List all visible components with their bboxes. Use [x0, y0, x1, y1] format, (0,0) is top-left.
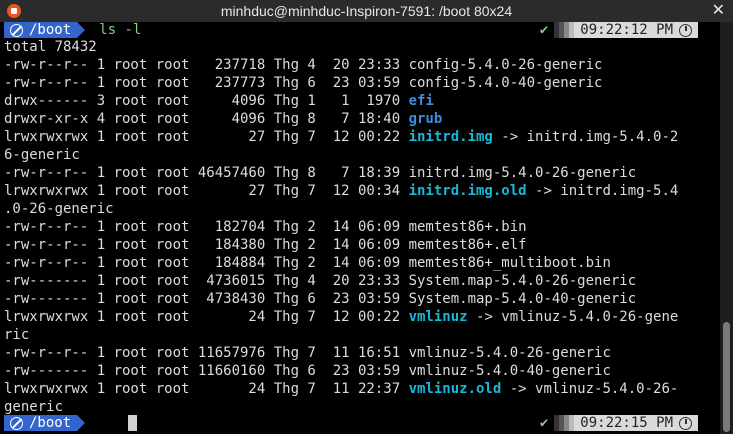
output-line: -rw-r--r-- 1 root root 237718 Thg 4 20 2… [4, 57, 603, 73]
output-line: -rw------- 1 root root 4736015 Thg 4 20 … [4, 273, 637, 289]
shade-divider [554, 415, 575, 431]
dir-name: efi [408, 93, 434, 109]
output-line: -rw------- 1 root root 11660160 Thg 6 23… [4, 363, 611, 379]
prompt-segment: /boot [4, 414, 86, 432]
clock-icon [679, 416, 692, 430]
window-menu-icon[interactable] [7, 4, 21, 18]
right-prompt: ✔ 09:22:15 PM [540, 414, 698, 432]
output-line: 6-generic [4, 147, 80, 163]
close-icon[interactable]: ✕ [712, 0, 725, 22]
no-entry-icon [10, 416, 23, 430]
output-line: -rw-r--r-- 1 root root 184884 Thg 2 14 0… [4, 255, 611, 271]
dir-name: grub [408, 111, 443, 127]
output-line: lrwxrwxrwx 1 root root 24 Thg 7 12 00:22… [4, 309, 679, 325]
output-line: -rw-r--r-- 1 root root 184380 Thg 2 14 0… [4, 237, 527, 253]
output-line: ric [4, 327, 30, 343]
prompt-segment: /boot ls -l [4, 21, 141, 39]
scrollbar-thumb[interactable] [723, 322, 730, 432]
window-titlebar: minhduc@minhduc-Inspiron-7591: /boot 80x… [0, 0, 733, 22]
output-line: lrwxrwxrwx 1 root root 27 Thg 7 12 00:22… [4, 129, 679, 145]
output-line: lrwxrwxrwx 1 root root 24 Thg 7 11 22:37… [4, 381, 679, 397]
prompt-time: 09:22:15 PM [580, 415, 673, 431]
clock-icon [679, 23, 692, 37]
prompt-time: 09:22:12 PM [580, 22, 673, 38]
output-line: -rw-r--r-- 1 root root 11657976 Thg 7 11… [4, 345, 611, 361]
prompt-arrow-icon [77, 415, 86, 431]
prompt-path: /boot [29, 415, 72, 431]
output-line: total 78432 [4, 39, 97, 55]
check-icon: ✔ [539, 22, 549, 38]
output-line: -rw-r--r-- 1 root root 237773 Thg 6 23 0… [4, 75, 603, 91]
output-line: -rw-r--r-- 1 root root 182704 Thg 2 14 0… [4, 219, 527, 235]
check-icon: ✔ [539, 415, 549, 431]
symlink-name: initrd.img [408, 129, 493, 145]
output-line: drwxr-xr-x 4 root root 4096 Thg 8 7 18:4… [4, 111, 443, 127]
output-line: -rw------- 1 root root 4738430 Thg 6 23 … [4, 291, 637, 307]
right-prompt: ✔ 09:22:12 PM [540, 21, 698, 39]
prompt-path: /boot [29, 22, 72, 38]
command-text: ls -l [99, 22, 142, 38]
scrollbar[interactable] [720, 22, 733, 434]
symlink-name: vmlinuz [408, 309, 468, 325]
no-entry-icon [10, 23, 23, 37]
terminal-output[interactable]: /boot ls -l ✔ 09:22:12 PM total 78432 -r… [0, 22, 720, 434]
output-line: .0-26-generic [4, 201, 114, 217]
symlink-name: initrd.img.old [408, 183, 527, 199]
output-line: lrwxrwxrwx 1 root root 27 Thg 7 12 00:34… [4, 183, 679, 199]
output-line: -rw-r--r-- 1 root root 46457460 Thg 8 7 … [4, 165, 637, 181]
output-line: drwx------ 3 root root 4096 Thg 1 1 1970… [4, 93, 434, 109]
text-cursor[interactable] [128, 415, 137, 431]
symlink-name: vmlinuz.old [408, 381, 502, 397]
prompt-arrow-icon [77, 22, 86, 38]
shade-divider [554, 22, 575, 38]
window-title: minhduc@minhduc-Inspiron-7591: /boot 80x… [220, 3, 513, 19]
